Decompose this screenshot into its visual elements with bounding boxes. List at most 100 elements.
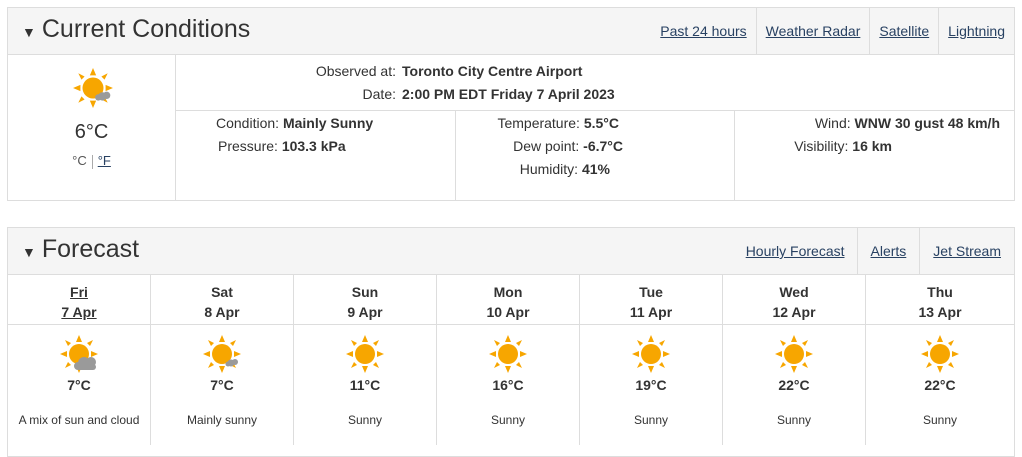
day-name: Wed: [779, 284, 809, 300]
current-conditions-body: 6°C °C °F Observed at: Toronto City Centr…: [8, 55, 1014, 200]
forecast-temp: 19°C: [635, 377, 667, 393]
forecast-temp: 22°C: [924, 377, 956, 393]
collapse-caret-icon[interactable]: ▼: [22, 244, 36, 260]
forecast-day[interactable]: Mon 10 Apr 16°C Sunny: [437, 275, 580, 445]
forecast-temp: 22°C: [778, 377, 810, 393]
dewpoint-row: Dew point: -6.7°C: [513, 138, 623, 154]
day-date: 9 Apr: [347, 304, 383, 320]
visibility-value: 16 km: [852, 138, 892, 154]
satellite-link[interactable]: Satellite: [869, 8, 938, 54]
current-temp-box: 6°C °C °F: [8, 55, 176, 200]
temperature-value: 5.5°C: [583, 115, 619, 131]
forecast-summary: Mainly sunny: [186, 413, 258, 427]
current-temperature: 6°C: [74, 121, 109, 143]
alerts-link[interactable]: Alerts: [856, 228, 920, 274]
wind-label: Wind:: [814, 115, 851, 131]
forecast-summary: Sunny: [633, 413, 669, 427]
current-conditions-title-text: Current Conditions: [41, 15, 251, 43]
day-name: Mon: [493, 284, 523, 300]
visibility-label: Visibility:: [794, 138, 849, 154]
sun-icon: [921, 335, 959, 373]
sun-icon: [775, 335, 813, 373]
current-conditions-header: ▼ Current Conditions Past 24 hours Weath…: [8, 8, 1014, 55]
dewpoint-label: Dew point:: [513, 138, 580, 154]
forecast-temp: 7°C: [210, 377, 234, 393]
sun-cloud-icon: [73, 68, 113, 108]
visibility-row: Visibility: 16 km: [794, 138, 892, 154]
observed-at-label: Observed at:: [315, 63, 396, 79]
wind-row: Wind: WNW 30 gust 48 km/h: [815, 115, 1000, 131]
current-conditions-links: Past 24 hours Weather Radar Satellite Li…: [651, 8, 1014, 54]
sun-small-cloud-icon: [203, 335, 241, 373]
forecast-temp: 7°C: [67, 377, 91, 393]
lightning-link[interactable]: Lightning: [938, 8, 1014, 54]
forecast-day-header[interactable]: Mon 10 Apr: [437, 275, 579, 325]
forecast-summary: A mix of sun and cloud: [18, 413, 140, 427]
day-date: 8 Apr: [204, 304, 240, 320]
forecast-day-header[interactable]: Sun 9 Apr: [294, 275, 436, 325]
jet-stream-link[interactable]: Jet Stream: [919, 228, 1014, 274]
current-conditions-title[interactable]: ▼ Current Conditions: [22, 15, 250, 44]
forecast-day[interactable]: Sat 8 Apr 7°C Mainly sunny: [151, 275, 294, 445]
condition-value: Mainly Sunny: [282, 115, 374, 131]
sun-icon: [346, 335, 384, 373]
forecast-day[interactable]: Tue 11 Apr 19°C Sunny: [580, 275, 723, 445]
day-name: Sat: [211, 284, 233, 300]
day-name: Tue: [639, 284, 663, 300]
weather-radar-link[interactable]: Weather Radar: [755, 8, 870, 54]
forecast-day[interactable]: Thu 13 Apr 22°C Sunny: [866, 275, 1014, 445]
day-date: 11 Apr: [629, 304, 673, 320]
details-col-2: Temperature: 5.5°C Dew point: -6.7°C Hum…: [455, 111, 735, 200]
condition-label: Condition:: [216, 115, 280, 131]
sun-cloud-icon: [60, 335, 98, 373]
forecast-temp: 16°C: [492, 377, 524, 393]
forecast-day[interactable]: Wed 12 Apr 22°C Sunny: [723, 275, 866, 445]
forecast-temp: 11°C: [349, 377, 381, 393]
fahrenheit-unit-link[interactable]: °F: [98, 153, 111, 168]
pressure-label: Pressure:: [218, 138, 278, 154]
wind-value: WNW 30 gust 48 km/h: [854, 115, 1000, 131]
details-columns: Condition: Mainly Sunny Pressure: 103.3 …: [176, 111, 1014, 200]
forecast-header: ▼ Forecast Hourly Forecast Alerts Jet St…: [8, 228, 1014, 275]
observed-at-row: Observed at: Toronto City Centre Airport: [176, 63, 1014, 87]
day-name: Fri: [70, 284, 88, 300]
forecast-day-header[interactable]: Fri 7 Apr: [8, 275, 150, 325]
details-col-1: Condition: Mainly Sunny Pressure: 103.3 …: [176, 111, 455, 200]
pressure-row: Pressure: 103.3 kPa: [218, 138, 346, 154]
day-name: Sun: [351, 284, 379, 300]
forecast-day-header[interactable]: Thu 13 Apr: [866, 275, 1014, 325]
forecast-summary: Sunny: [490, 413, 526, 427]
humidity-label: Humidity:: [519, 161, 579, 177]
sun-icon: [632, 335, 670, 373]
forecast-title-text: Forecast: [41, 235, 140, 263]
forecast-summary: Sunny: [347, 413, 383, 427]
forecast-title[interactable]: ▼ Forecast: [22, 235, 139, 264]
date-label: Date:: [362, 86, 396, 102]
forecast-summary: Sunny: [776, 413, 812, 427]
pressure-value: 103.3 kPa: [281, 138, 346, 154]
forecast-day-header[interactable]: Wed 12 Apr: [723, 275, 865, 325]
forecast-day-header[interactable]: Tue 11 Apr: [580, 275, 722, 325]
details-col-3: Wind: WNW 30 gust 48 km/h Visibility: 16…: [734, 111, 1017, 200]
celsius-unit: °C: [72, 153, 87, 168]
day-date: 7 Apr: [61, 304, 97, 320]
day-date: 13 Apr: [918, 304, 962, 320]
day-name: Thu: [927, 284, 953, 300]
forecast-day[interactable]: Fri 7 Apr 7°C A mix of sun and cloud: [8, 275, 151, 445]
sun-icon: [489, 335, 527, 373]
past-24-hours-link[interactable]: Past 24 hours: [651, 8, 755, 54]
date-row: Date: 2:00 PM EDT Friday 7 April 2023: [176, 86, 1014, 110]
hourly-forecast-link[interactable]: Hourly Forecast: [734, 228, 857, 274]
forecast-links: Hourly Forecast Alerts Jet Stream: [734, 228, 1014, 274]
day-date: 12 Apr: [772, 304, 816, 320]
observed-at-value: Toronto City Centre Airport: [402, 63, 583, 79]
forecast-day-header[interactable]: Sat 8 Apr: [151, 275, 293, 325]
humidity-row: Humidity: 41%: [520, 161, 610, 177]
dewpoint-value: -6.7°C: [583, 138, 623, 154]
collapse-caret-icon[interactable]: ▼: [22, 24, 36, 40]
forecast-day[interactable]: Sun 9 Apr 11°C Sunny: [294, 275, 437, 445]
forecast-summary: Sunny: [922, 413, 958, 427]
current-conditions-panel: ▼ Current Conditions Past 24 hours Weath…: [7, 7, 1015, 201]
condition-row: Condition: Mainly Sunny: [216, 115, 373, 131]
date-value: 2:00 PM EDT Friday 7 April 2023: [402, 86, 615, 102]
